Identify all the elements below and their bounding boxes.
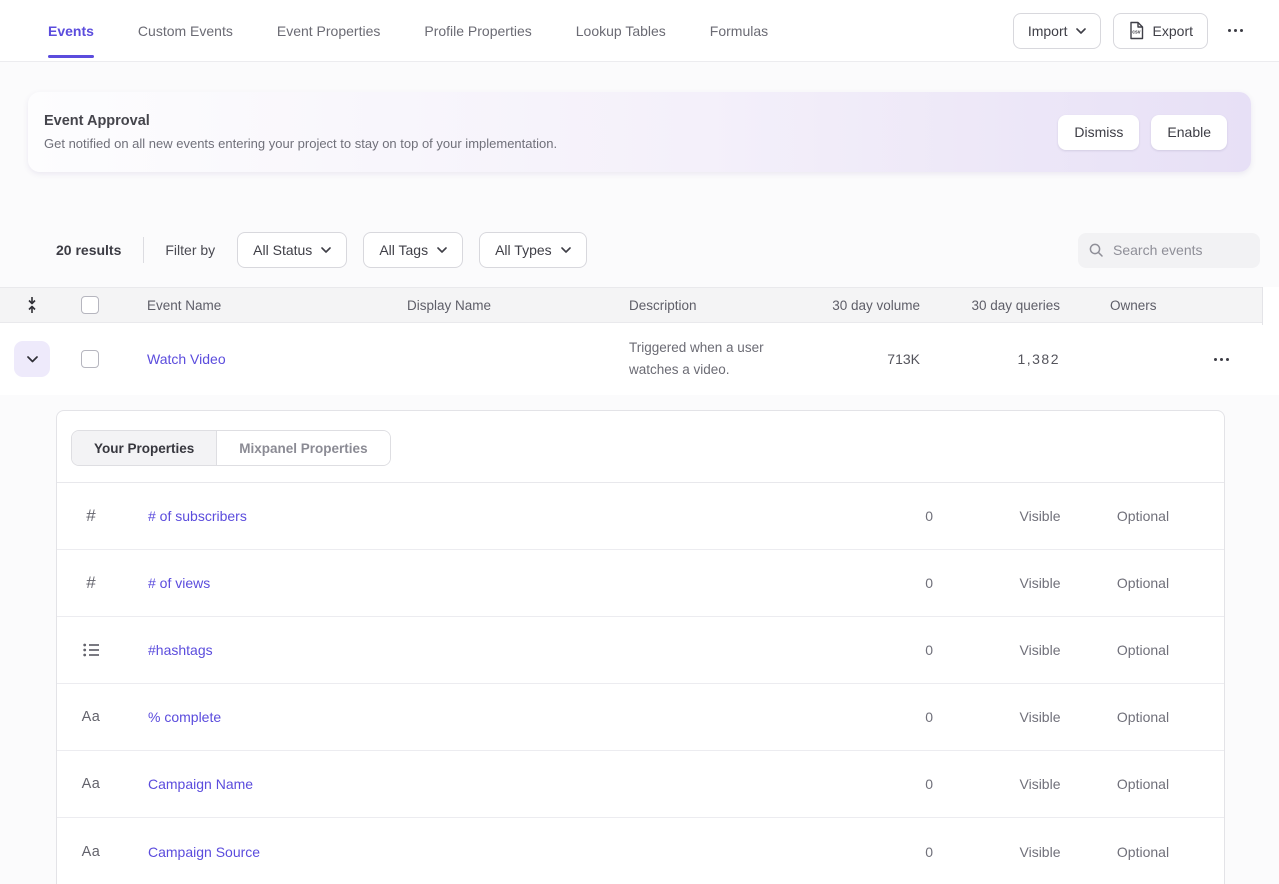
collapse-all-icon[interactable] xyxy=(25,296,39,314)
filter-by-label: Filter by xyxy=(165,242,215,258)
property-requirement[interactable]: Optional xyxy=(1098,776,1188,792)
filter-toolbar: 20 results Filter by All Status All Tags… xyxy=(56,232,1260,268)
property-name-link[interactable]: Campaign Source xyxy=(148,844,260,860)
event-name-link[interactable]: Watch Video xyxy=(147,351,226,367)
property-count: 0 xyxy=(873,844,933,860)
property-requirement[interactable]: Optional xyxy=(1098,709,1188,725)
event-description: Triggered when a user watches a video. xyxy=(629,337,780,381)
property-count: 0 xyxy=(873,508,933,524)
event-description-line2: watches a video. xyxy=(629,359,780,381)
banner-subtitle: Get notified on all new events entering … xyxy=(44,137,557,150)
event-description-line1: Triggered when a user xyxy=(629,337,780,359)
svg-text:csv: csv xyxy=(1132,30,1141,36)
more-options-icon[interactable] xyxy=(1220,23,1251,38)
text-type-icon: Aa xyxy=(73,709,109,725)
column-header-display-name[interactable]: Display Name xyxy=(407,298,629,313)
column-header-event-name[interactable]: Event Name xyxy=(147,298,407,313)
divider xyxy=(143,237,144,263)
property-count: 0 xyxy=(873,709,933,725)
tab-event-properties[interactable]: Event Properties xyxy=(277,0,381,61)
properties-tab-switch: Your Properties Mixpanel Properties xyxy=(71,430,391,466)
export-button[interactable]: csv Export xyxy=(1113,13,1208,49)
tab-mixpanel-properties[interactable]: Mixpanel Properties xyxy=(217,431,389,465)
property-row: Aa Campaign Source 0 Visible Optional xyxy=(57,818,1224,884)
export-button-label: Export xyxy=(1153,23,1193,39)
property-visibility[interactable]: Visible xyxy=(995,575,1085,591)
enable-button[interactable]: Enable xyxy=(1151,115,1227,150)
types-filter-label: All Types xyxy=(495,242,552,258)
tags-filter-dropdown[interactable]: All Tags xyxy=(363,232,463,268)
number-type-icon: # xyxy=(73,506,109,526)
import-button[interactable]: Import xyxy=(1013,13,1101,49)
property-row: Aa Campaign Name 0 Visible Optional xyxy=(57,751,1224,818)
text-type-icon: Aa xyxy=(73,844,109,860)
search-input[interactable] xyxy=(1113,242,1243,258)
number-type-icon: # xyxy=(73,573,109,593)
tab-profile-properties[interactable]: Profile Properties xyxy=(424,0,531,61)
column-header-owners[interactable]: Owners xyxy=(1110,298,1180,313)
csv-file-icon: csv xyxy=(1128,21,1145,40)
banner-title: Event Approval xyxy=(44,114,557,129)
import-button-label: Import xyxy=(1028,23,1068,39)
property-requirement[interactable]: Optional xyxy=(1098,508,1188,524)
property-count: 0 xyxy=(873,642,933,658)
dismiss-button[interactable]: Dismiss xyxy=(1058,115,1139,150)
property-requirement[interactable]: Optional xyxy=(1098,575,1188,591)
table-scroll-gutter xyxy=(1262,287,1279,325)
property-row: # # of subscribers 0 Visible Optional xyxy=(57,483,1224,550)
property-row: Aa % complete 0 Visible Optional xyxy=(57,684,1224,751)
event-row-watch-video: Watch Video Triggered when a user watche… xyxy=(0,323,1279,395)
event-approval-banner: Event Approval Get notified on all new e… xyxy=(28,92,1251,172)
lexicon-tabs: Events Custom Events Event Properties Pr… xyxy=(48,0,768,61)
events-table-header: Event Name Display Name Description 30 d… xyxy=(0,287,1262,323)
search-icon xyxy=(1088,242,1104,258)
tab-formulas[interactable]: Formulas xyxy=(710,0,768,61)
column-header-30-day-volume[interactable]: 30 day volume xyxy=(780,298,920,313)
text-type-icon: Aa xyxy=(73,776,109,792)
select-all-checkbox[interactable] xyxy=(81,296,99,314)
properties-tabbar: Your Properties Mixpanel Properties xyxy=(57,411,1224,483)
status-filter-dropdown[interactable]: All Status xyxy=(237,232,347,268)
property-requirement[interactable]: Optional xyxy=(1098,642,1188,658)
column-header-description[interactable]: Description xyxy=(629,298,780,313)
property-visibility[interactable]: Visible xyxy=(995,642,1085,658)
property-visibility[interactable]: Visible xyxy=(995,709,1085,725)
property-row: # # of views 0 Visible Optional xyxy=(57,550,1224,617)
tags-filter-label: All Tags xyxy=(379,242,428,258)
list-type-icon xyxy=(73,643,109,657)
property-visibility[interactable]: Visible xyxy=(995,844,1085,860)
chevron-down-icon xyxy=(321,247,331,253)
property-count: 0 xyxy=(873,575,933,591)
top-navigation-bar: Events Custom Events Event Properties Pr… xyxy=(0,0,1279,62)
property-requirement[interactable]: Optional xyxy=(1098,844,1188,860)
property-count: 0 xyxy=(873,776,933,792)
chevron-down-icon xyxy=(437,247,447,253)
tab-custom-events[interactable]: Custom Events xyxy=(138,0,233,61)
property-name-link[interactable]: Campaign Name xyxy=(148,776,253,792)
search-events-box[interactable] xyxy=(1078,233,1260,268)
event-30-day-queries: 1,382 xyxy=(920,351,1060,367)
row-checkbox[interactable] xyxy=(81,350,99,368)
chevron-down-icon xyxy=(1076,28,1086,34)
column-header-30-day-queries[interactable]: 30 day queries xyxy=(920,298,1060,313)
tab-events[interactable]: Events xyxy=(48,0,94,61)
property-name-link[interactable]: #hashtags xyxy=(148,642,213,658)
property-visibility[interactable]: Visible xyxy=(995,508,1085,524)
event-properties-panel: Your Properties Mixpanel Properties # # … xyxy=(56,410,1225,884)
property-row: #hashtags 0 Visible Optional xyxy=(57,617,1224,684)
property-name-link[interactable]: % complete xyxy=(148,709,221,725)
event-30-day-volume: 713K xyxy=(780,351,920,367)
status-filter-label: All Status xyxy=(253,242,312,258)
property-name-link[interactable]: # of views xyxy=(148,575,210,591)
property-name-link[interactable]: # of subscribers xyxy=(148,508,247,524)
types-filter-dropdown[interactable]: All Types xyxy=(479,232,587,268)
results-count: 20 results xyxy=(56,242,121,258)
property-visibility[interactable]: Visible xyxy=(995,776,1085,792)
collapse-row-button[interactable] xyxy=(14,341,50,377)
chevron-down-icon xyxy=(561,247,571,253)
tab-lookup-tables[interactable]: Lookup Tables xyxy=(576,0,666,61)
tab-your-properties[interactable]: Your Properties xyxy=(72,431,217,465)
row-more-options-icon[interactable] xyxy=(1206,352,1237,367)
